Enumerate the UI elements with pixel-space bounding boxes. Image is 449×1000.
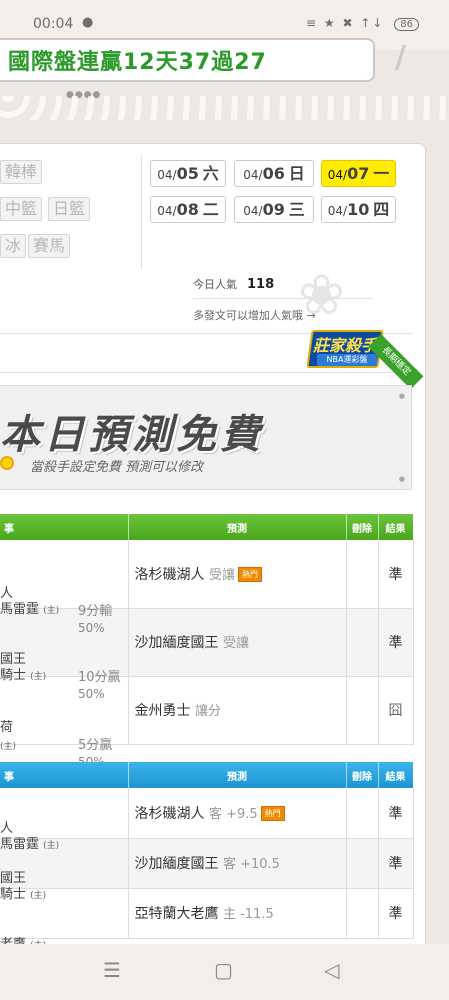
table-row: 國王 騎士 (主) 沙加緬度國王 客 +10.5 準 (0, 838, 414, 902)
promo-banner[interactable]: 國際盤連贏12天37過27 (0, 38, 375, 82)
table-row: 人 馬雷霆 (主) 9分輸 50% 洛杉磯湖人 受讓 熱門 準 (0, 540, 414, 635)
col-header-result: 結果 (378, 514, 414, 540)
result-cell: 準 (378, 838, 414, 889)
chat-icon: ● (82, 15, 94, 30)
table-row: 人 馬雷霆 (主) 洛杉磯湖人 客 +9.5 熱門 準 (0, 788, 414, 852)
home-icon[interactable]: ▢ (214, 958, 233, 982)
divider (193, 298, 373, 299)
badge-subtitle: NBA運彩盤 (317, 354, 377, 366)
prediction-cell: 洛杉磯湖人 客 +9.5 熱門 (128, 788, 347, 839)
popularity: 今日人氣 118 (193, 276, 274, 292)
divider (141, 155, 142, 270)
col-header-event: 事 (0, 514, 129, 540)
prediction-cell: 亞特蘭大老鷹 主 -11.5 (128, 888, 347, 939)
signal-icons: ≡ ★ ✖ ↑↓ (306, 16, 385, 30)
result-cell: 囧 (378, 676, 414, 745)
hot-badge: 熱門 (237, 566, 262, 582)
banner-next-arrow-icon[interactable]: / (395, 40, 425, 80)
free-prediction-banner: 本日預測免費 當殺手設定免費 預測可以修改 ● ● (0, 385, 412, 490)
more-posts-link[interactable]: 多發文可以增加人氣哦 → (193, 307, 316, 323)
delete-cell[interactable] (346, 540, 379, 609)
result-cell: 準 (378, 540, 414, 609)
popularity-value: 118 (247, 277, 275, 292)
sport-tag[interactable]: 中籃 (0, 197, 43, 221)
hot-badge: 熱門 (260, 805, 285, 821)
date-button[interactable]: 04/08 二 (150, 196, 226, 223)
delete-cell[interactable] (346, 788, 379, 839)
prediction-cell: 洛杉磯湖人 受讓 熱門 (128, 540, 347, 609)
col-header-delete: 刪除 (346, 762, 379, 788)
sun-icon (0, 456, 14, 470)
sport-tag[interactable]: 賽馬 (28, 234, 71, 258)
status-icons: ≡ ★ ✖ ↑↓ 86 (306, 16, 419, 31)
sport-tag[interactable]: 日籃 (48, 197, 91, 221)
event-cell: 人 馬雷霆 (主) 9分輸 50% (0, 540, 129, 635)
status-time: 00:04 (33, 16, 74, 32)
prediction-table: 事 預測 刪除 結果 人 馬雷霆 (主) 洛杉磯湖人 客 +9.5 熱門 準 國王… (0, 762, 414, 952)
col-header-result: 結果 (378, 762, 414, 788)
prediction-table: 事 預測 刪除 結果 人 馬雷霆 (主) 9分輸 50% 洛杉磯湖人 受讓 熱門 … (0, 514, 414, 769)
scallop-divider (0, 96, 449, 120)
col-header-prediction: 預測 (128, 514, 347, 540)
event-cell: 人 馬雷霆 (主) (0, 788, 129, 852)
battery-icon: 86 (394, 18, 419, 31)
date-button[interactable]: 04/06 日 (234, 160, 314, 187)
date-button[interactable]: 04/05 六 (150, 160, 226, 187)
event-cell: 荷 (主) 5分贏 50% (0, 676, 129, 769)
date-button[interactable]: 04/09 三 (234, 196, 314, 223)
prediction-cell: 沙加緬度國王 受讓 (128, 608, 347, 677)
sport-tag[interactable]: 韓棒 (0, 160, 43, 184)
col-header-event: 事 (0, 762, 129, 788)
system-nav-bar: ☰ ▢ ◁ (0, 944, 449, 1000)
prediction-cell: 金州勇士 讓分 (128, 676, 347, 745)
date-button[interactable]: 04/10 四 (321, 196, 396, 223)
date-button-selected[interactable]: 04/07 一 (321, 160, 396, 187)
delete-cell[interactable] (346, 676, 379, 745)
back-icon[interactable]: ◁ (324, 958, 339, 982)
prediction-cell: 沙加緬度國王 客 +10.5 (128, 838, 347, 889)
result-cell: 準 (378, 888, 414, 939)
delete-cell[interactable] (346, 888, 379, 939)
result-cell: 準 (378, 788, 414, 839)
corner-dot-icon: ● (398, 392, 405, 400)
corner-dot-icon: ● (398, 475, 405, 483)
promo-subtitle: 當殺手設定免費 預測可以修改 (30, 460, 204, 475)
banner-text: 國際盤連贏12天37過27 (8, 50, 267, 75)
col-header-delete: 刪除 (346, 514, 379, 540)
delete-cell[interactable] (346, 608, 379, 677)
table-row: 老鷹 (主) 亞特蘭大老鷹 主 -11.5 準 (0, 888, 414, 952)
badge-title: 莊家殺手 (313, 336, 378, 355)
popularity-label: 今日人氣 (193, 278, 237, 291)
menu-icon[interactable]: ☰ (103, 958, 121, 982)
result-cell: 準 (378, 608, 414, 677)
table-row: 荷 (主) 5分贏 50% 金州勇士 讓分 囧 (0, 676, 414, 769)
promo-title: 本日預測免費 (0, 412, 264, 458)
delete-cell[interactable] (346, 838, 379, 889)
sport-tag[interactable]: 冰 (0, 234, 27, 258)
col-header-prediction: 預測 (128, 762, 347, 788)
table-row: 國王 騎士 (主) 10分贏 50% 沙加緬度國王 受讓 準 (0, 608, 414, 701)
